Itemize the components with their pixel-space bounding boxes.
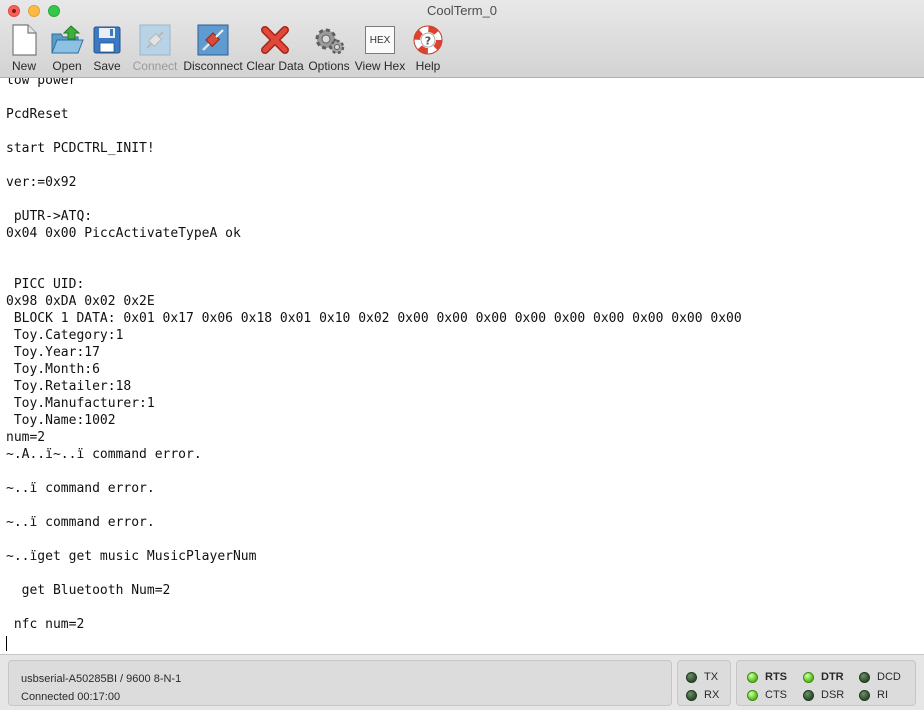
clear-x-icon bbox=[258, 23, 292, 57]
text-cursor bbox=[6, 636, 7, 651]
terminal-line: Toy.Year:17 bbox=[6, 345, 100, 360]
line-state-leds: RTS CTS DTR DSR DCD RI bbox=[736, 660, 916, 706]
dsr-led: DSR bbox=[803, 688, 844, 702]
clear-data-button[interactable]: Clear Data bbox=[244, 23, 306, 77]
open-folder-icon bbox=[50, 23, 84, 57]
ri-led-icon bbox=[859, 689, 870, 701]
rx-led-icon bbox=[686, 689, 697, 701]
terminal-line: num=2 bbox=[6, 430, 46, 445]
hex-icon: HEX bbox=[363, 23, 397, 57]
disconnect-plug-icon bbox=[196, 23, 230, 57]
save-button[interactable]: Save bbox=[86, 23, 128, 77]
new-button[interactable]: New bbox=[0, 23, 48, 77]
help-lifebuoy-icon: ? bbox=[411, 23, 445, 57]
dcd-led: DCD bbox=[859, 670, 901, 684]
rx-led: RX bbox=[686, 688, 719, 702]
status-bar: usbserial-A50285BI / 9600 8-N-1 Connecte… bbox=[0, 654, 924, 710]
terminal-line: get Bluetooth Num=2 bbox=[6, 583, 171, 598]
options-button[interactable]: Options bbox=[306, 23, 352, 77]
terminal-line: start PCDCTRL_INIT! bbox=[6, 141, 155, 156]
connect-button[interactable]: Connect bbox=[128, 23, 182, 77]
terminal-line: Toy.Manufacturer:1 bbox=[6, 396, 155, 411]
terminal-line: nfc num=2 bbox=[6, 617, 85, 632]
help-button[interactable]: ? Help bbox=[408, 23, 448, 77]
tx-led: TX bbox=[686, 670, 718, 684]
terminal-line: BLOCK 1 DATA: 0x01 0x17 0x06 0x18 0x01 0… bbox=[6, 311, 742, 326]
window-title: CoolTerm_0 bbox=[426, 3, 498, 18]
cts-led-icon bbox=[747, 689, 758, 701]
port-settings: usbserial-A50285BI / 9600 8-N-1 bbox=[21, 673, 182, 685]
view-hex-button[interactable]: HEX View Hex bbox=[352, 23, 408, 77]
terminal-text: low power PcdReset start PCDCTRL_INIT! ver:… bbox=[6, 78, 742, 650]
terminal-line: ~.A..ï~..ï command error. bbox=[6, 447, 202, 462]
cts-led: CTS bbox=[747, 688, 787, 702]
terminal-line: ~..ïget get music MusicPlayerNum bbox=[6, 549, 257, 564]
options-gear-icon bbox=[312, 23, 346, 57]
connect-plug-icon bbox=[138, 23, 172, 57]
dtr-led-icon bbox=[803, 671, 814, 683]
terminal-line: Toy.Retailer:18 bbox=[6, 379, 132, 394]
terminal-line: Toy.Name:1002 bbox=[6, 413, 116, 428]
terminal-line: low power bbox=[6, 78, 77, 88]
rts-led-icon bbox=[747, 671, 758, 683]
rts-led[interactable]: RTS bbox=[747, 670, 787, 684]
coolterm-window: CoolTerm_0 New Open Save Connect Disconn… bbox=[0, 0, 924, 710]
new-document-icon bbox=[7, 23, 41, 57]
terminal-line: Toy.Category:1 bbox=[6, 328, 124, 343]
terminal-line: ~..ï command error. bbox=[6, 515, 155, 530]
terminal-line: PcdReset bbox=[6, 107, 69, 122]
disconnect-button[interactable]: Disconnect bbox=[182, 23, 244, 77]
connection-info: usbserial-A50285BI / 9600 8-N-1 Connecte… bbox=[8, 660, 672, 706]
ri-led: RI bbox=[859, 688, 888, 702]
svg-text:?: ? bbox=[425, 35, 431, 48]
connection-status: Connected 00:17:00 bbox=[21, 691, 121, 703]
save-floppy-icon bbox=[90, 23, 124, 57]
toolbar: New Open Save Connect Disconnect Clear D… bbox=[0, 23, 448, 77]
terminal-output[interactable]: low power PcdReset start PCDCTRL_INIT! ver:… bbox=[0, 78, 924, 654]
terminal-line: PICC UID: bbox=[6, 277, 85, 292]
terminal-line: 0x98 0xDA 0x02 0x2E bbox=[6, 294, 155, 309]
dsr-led-icon bbox=[803, 689, 814, 701]
terminal-line: 0x04 0x00 PiccActivateTypeA ok bbox=[6, 226, 241, 241]
title-toolbar: CoolTerm_0 New Open Save Connect Disconn… bbox=[0, 0, 924, 78]
tx-led-icon bbox=[686, 671, 697, 683]
terminal-line: pUTR->ATQ: bbox=[6, 209, 93, 224]
terminal-line: ~..ï command error. bbox=[6, 481, 155, 496]
dtr-led[interactable]: DTR bbox=[803, 670, 844, 684]
terminal-line: ver:=0x92 bbox=[6, 175, 77, 190]
txrx-leds: TX RX bbox=[677, 660, 731, 706]
dcd-led-icon bbox=[859, 671, 870, 683]
open-button[interactable]: Open bbox=[48, 23, 86, 77]
terminal-line: Toy.Month:6 bbox=[6, 362, 100, 377]
